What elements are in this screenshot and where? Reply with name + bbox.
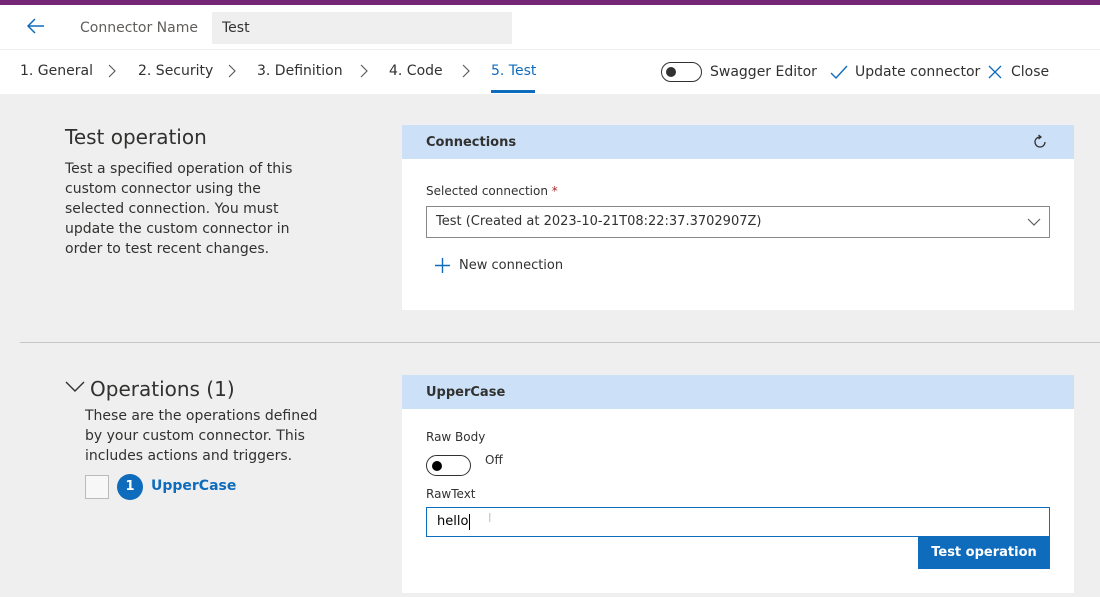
back-arrow-icon[interactable]: [26, 16, 46, 36]
chevron-right-icon: [108, 64, 116, 78]
operation-image-icon: [85, 475, 109, 499]
plus-icon[interactable]: [434, 257, 451, 274]
ibeam-cursor-icon: I: [488, 511, 492, 525]
section-divider: [20, 342, 1100, 343]
rawtext-input[interactable]: hello: [426, 507, 1050, 537]
toggle-knob: [666, 67, 676, 77]
chevron-down-icon[interactable]: [65, 380, 85, 394]
required-mark: *: [551, 184, 558, 198]
uppercase-panel-header: UpperCase: [402, 375, 1074, 409]
test-operation-description: Test a specified operation of this custo…: [65, 161, 293, 257]
selected-connection-value: Test (Created at 2023-10-21T08:22:37.370…: [436, 214, 762, 229]
step-general[interactable]: 1. General: [20, 63, 93, 79]
raw-body-state: Off: [485, 453, 503, 467]
connections-panel: Connections Selected connection * Test (…: [402, 125, 1074, 310]
active-step-indicator: [491, 90, 535, 93]
selected-connection-dropdown[interactable]: Test (Created at 2023-10-21T08:22:37.370…: [426, 206, 1050, 238]
uppercase-panel: UpperCase Raw Body Off RawText hello I T…: [402, 375, 1074, 593]
checkmark-icon[interactable]: [830, 64, 848, 80]
step-code[interactable]: 4. Code: [389, 63, 443, 79]
operations-description: These are the operations defined by your…: [85, 408, 318, 464]
close-icon[interactable]: [988, 65, 1002, 79]
raw-body-toggle[interactable]: [426, 455, 471, 476]
toggle-knob: [432, 461, 442, 471]
swagger-editor-label: Swagger Editor: [710, 64, 817, 80]
rawtext-value: hello: [437, 514, 469, 529]
test-operation-button[interactable]: Test operation: [918, 537, 1050, 569]
wizard-steps-bar: 1. General 2. Security 3. Definition 4. …: [0, 49, 1100, 94]
rawtext-label: RawText: [426, 487, 476, 501]
close-button[interactable]: Close: [1011, 64, 1049, 80]
step-security[interactable]: 2. Security: [138, 63, 213, 79]
operation-number-badge: 1: [117, 474, 143, 500]
uppercase-panel-title: UpperCase: [426, 385, 506, 400]
header-bar: Connector Name Test: [0, 5, 1100, 49]
chevron-right-icon: [228, 64, 236, 78]
update-connector-button[interactable]: Update connector: [855, 64, 980, 80]
chevron-right-icon: [360, 64, 368, 78]
connections-panel-header: Connections: [402, 125, 1074, 159]
refresh-icon[interactable]: [1032, 134, 1048, 150]
selected-connection-label: Selected connection *: [426, 184, 558, 198]
connections-title: Connections: [426, 135, 517, 150]
operation-uppercase-link[interactable]: UpperCase: [151, 478, 236, 494]
new-connection-button[interactable]: New connection: [459, 258, 563, 273]
swagger-editor-toggle[interactable]: [661, 62, 702, 82]
raw-body-label: Raw Body: [426, 430, 486, 444]
step-test[interactable]: 5. Test: [491, 63, 536, 79]
selected-connection-label-text: Selected connection: [426, 184, 548, 198]
operations-title: Operations (1): [90, 377, 235, 401]
connector-name-label: Connector Name: [80, 20, 198, 36]
test-operation-title: Test operation: [65, 125, 207, 149]
step-definition[interactable]: 3. Definition: [257, 63, 343, 79]
connector-name-input[interactable]: Test: [212, 12, 512, 44]
chevron-down-icon: [1027, 218, 1041, 226]
chevron-right-icon: [462, 64, 470, 78]
text-caret: [469, 513, 471, 530]
